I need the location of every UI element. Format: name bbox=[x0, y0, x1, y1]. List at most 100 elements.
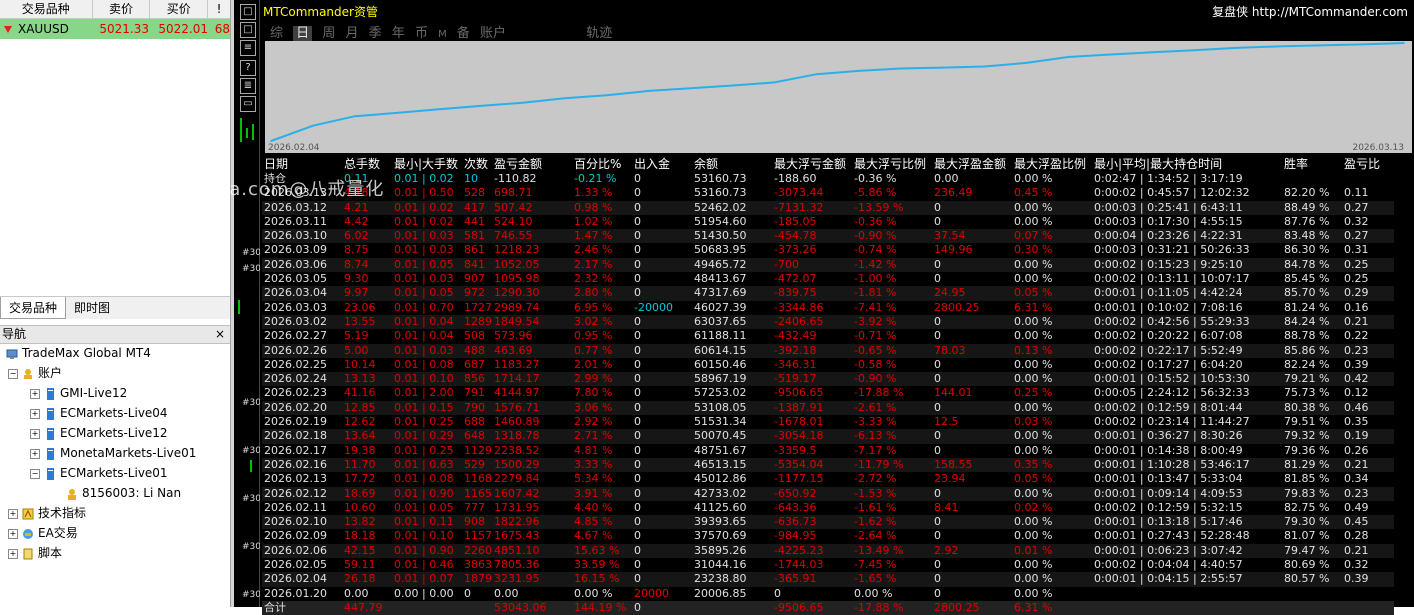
tree-account-2[interactable]: + ECMarkets-Live04 bbox=[30, 404, 168, 422]
help-icon[interactable]: ? bbox=[240, 60, 256, 76]
expand-icon[interactable]: + bbox=[30, 428, 40, 439]
holding-row[interactable]: 持仓 0.11 0.01 | 0.02 10 -110.82 -0.21 % 0 53160.… bbox=[262, 172, 1394, 186]
cell-col-5: 4.81 % bbox=[574, 443, 613, 457]
bid-price: 5021.33 bbox=[99, 22, 149, 36]
expand-icon[interactable]: + bbox=[30, 448, 40, 459]
cell-col-10: 0 bbox=[934, 314, 1014, 330]
cell-col-2: 0.01 | 0.90 bbox=[394, 486, 464, 501]
tree-experts[interactable]: + EA交易 bbox=[8, 524, 78, 542]
col-spread[interactable]: ! bbox=[208, 0, 230, 18]
table-row[interactable]: 2026.02.06 42.15 0.01 | 0.90 2260 4851.10 15.… bbox=[262, 543, 1394, 559]
table-header[interactable]: 日期 总手数 最小|大手数 次数 盈亏金额 百分比% 出入金 余额 最大浮亏金额 最大浮亏比例 最大… bbox=[262, 157, 1394, 172]
tree-account-3[interactable]: + ECMarkets-Live12 bbox=[30, 424, 168, 442]
table-row[interactable]: 2026.02.11 10.60 0.01 | 0.05 777 1731.95 4.40… bbox=[262, 501, 1394, 515]
tab-currency[interactable]: 币 bbox=[415, 26, 428, 41]
terminal-icon bbox=[6, 349, 18, 359]
cell-col-10: 0 bbox=[934, 586, 941, 600]
strip-button-1[interactable]: □ bbox=[240, 4, 256, 20]
tab-year[interactable]: 年 bbox=[392, 26, 405, 41]
table-row[interactable]: 2026.03.06 8.74 0.01 | 0.05 841 1052.05 2.17 … bbox=[262, 257, 1394, 273]
table-row[interactable]: 2026.02.24 13.13 0.01 | 0.10 856 1714.17 2.99… bbox=[262, 372, 1394, 387]
table-row[interactable]: 2026.03.12 4.21 0.01 | 0.02 417 507.42 0.98 %… bbox=[262, 200, 1394, 215]
cell-col-3: 1727 bbox=[464, 300, 492, 314]
total-row[interactable]: 合计 447.79 53043.06 144.19 % 0 -9506.65 -17.88 … bbox=[262, 600, 1394, 615]
table-row[interactable]: 2026.02.04 26.18 0.01 | 0.07 1879 3231.95 16.… bbox=[262, 572, 1394, 587]
table-row[interactable]: 2026.02.25 10.14 0.01 | 0.08 687 1183.27 2.01… bbox=[262, 358, 1394, 372]
table-row[interactable]: 2026.03.10 6.02 0.01 | 0.03 581 746.55 1.47 %… bbox=[262, 229, 1394, 244]
strip-button-3[interactable]: ≡ bbox=[240, 40, 256, 56]
expand-icon[interactable]: + bbox=[8, 508, 18, 519]
table-row[interactable]: 2026.01.20 0.00 0.00 | 0.00 0 0.00 0.00 % 2000… bbox=[262, 587, 1394, 601]
tab-symbols[interactable]: 交易品种 bbox=[0, 297, 67, 319]
tree-accounts[interactable]: − 账户 bbox=[8, 364, 62, 382]
cell-col-14: 0.49 bbox=[1344, 500, 1369, 514]
table-row[interactable]: 2026.02.12 18.69 0.01 | 0.90 1165 1607.42 3.9… bbox=[262, 486, 1394, 501]
expand-icon[interactable]: + bbox=[30, 408, 40, 419]
cell-col-11: 0.00 % bbox=[1014, 572, 1094, 587]
cell-col-6: 0 bbox=[634, 500, 641, 514]
cell-col-11: 0.02 % bbox=[1014, 500, 1053, 514]
table-row[interactable]: 2026.02.23 41.16 0.01 | 2.00 791 4144.97 7.80… bbox=[262, 386, 1394, 400]
table-row[interactable]: 2026.02.19 12.62 0.01 | 0.25 688 1460.89 2.92… bbox=[262, 415, 1394, 429]
tree-account-1[interactable]: + GMI-Live12 bbox=[30, 384, 127, 402]
table-row[interactable]: 2026.02.16 11.70 0.01 | 0.63 529 1500.29 3.33… bbox=[262, 457, 1394, 473]
cell-col-10: 236.49 bbox=[934, 186, 973, 200]
expand-icon[interactable]: + bbox=[8, 528, 18, 539]
cell-col-0: 2026.03.10 bbox=[262, 229, 344, 244]
table-row[interactable]: 2026.02.17 19.38 0.01 | 0.25 1129 2238.52 4.8… bbox=[262, 444, 1394, 458]
cell-col-2: 0.01 | 0.05 bbox=[394, 257, 464, 273]
strip-button-5[interactable]: ≣ bbox=[240, 78, 256, 94]
table-row[interactable]: 2026.03.03 23.06 0.01 | 0.70 1727 2989.74 6.9… bbox=[262, 301, 1394, 315]
expand-icon[interactable]: + bbox=[8, 548, 18, 559]
table-row[interactable]: 2026.03.02 13.55 0.01 | 0.04 1289 1849.54 3.0… bbox=[262, 314, 1394, 330]
tab-account[interactable]: 账户 bbox=[480, 26, 506, 41]
strip-button-2[interactable]: □ bbox=[240, 22, 256, 38]
table-row[interactable]: 2026.03.04 9.97 0.01 | 0.05 972 1290.30 2.80 … bbox=[262, 286, 1394, 301]
tab-quarter[interactable]: 季 bbox=[369, 26, 382, 41]
table-row[interactable]: 2026.02.13 17.72 0.01 | 0.08 1168 2279.84 5.3… bbox=[262, 472, 1394, 486]
col-ask[interactable]: 买价 bbox=[150, 0, 209, 18]
tab-ticks[interactable]: 即时图 bbox=[66, 297, 118, 319]
cell-col-2 bbox=[394, 600, 464, 615]
market-watch-row[interactable]: XAUUSD 5021.33 5022.01 68 bbox=[0, 19, 230, 39]
tree-account-4[interactable]: + MonetaMarkets-Live01 bbox=[30, 444, 196, 462]
tab-month[interactable]: 月 bbox=[345, 26, 358, 41]
table-row[interactable]: 2026.03.13 4.18 0.01 | 0.50 528 698.71 1.33 %… bbox=[262, 186, 1394, 200]
collapse-icon[interactable]: − bbox=[8, 368, 18, 379]
table-row[interactable]: 2026.02.26 5.00 0.01 | 0.03 488 463.69 0.77 %… bbox=[262, 343, 1394, 358]
tree-account-user[interactable]: 8156003: Li Nan bbox=[66, 484, 181, 502]
table-row[interactable]: 2026.02.18 13.64 0.01 | 0.29 648 1318.78 2.71… bbox=[262, 429, 1394, 444]
cell-col-6: 0 bbox=[634, 214, 641, 228]
tab-week[interactable]: 周 bbox=[322, 26, 335, 41]
tab-summary[interactable]: 综 bbox=[270, 26, 283, 41]
tab-magic[interactable]: M bbox=[438, 29, 447, 40]
table-row[interactable]: 2026.02.10 13.82 0.01 | 0.11 908 1822.96 4.85… bbox=[262, 515, 1394, 530]
tree-scripts[interactable]: + 脚本 bbox=[8, 544, 62, 562]
expand-icon[interactable]: + bbox=[30, 388, 40, 399]
table-row[interactable]: 2026.03.05 9.30 0.01 | 0.03 907 1095.98 2.32 … bbox=[262, 272, 1394, 286]
account-label: GMI-Live12 bbox=[60, 386, 128, 400]
tab-day[interactable]: 日 bbox=[293, 26, 313, 41]
tree-indicators[interactable]: + 技术指标 bbox=[8, 504, 86, 522]
tab-track[interactable]: 轨迹 bbox=[586, 26, 612, 41]
tree-account-5[interactable]: − ECMarkets-Live01 bbox=[30, 464, 168, 482]
table-row[interactable]: 2026.03.09 8.75 0.01 | 0.03 861 1218.23 2.46 … bbox=[262, 243, 1394, 257]
cell-col-9: -17.88 % bbox=[854, 600, 934, 615]
tab-note[interactable]: 备 bbox=[457, 26, 470, 41]
collapse-icon[interactable]: − bbox=[30, 468, 40, 479]
table-row[interactable]: 2026.03.11 4.42 0.01 | 0.02 441 524.10 1.02 %… bbox=[262, 215, 1394, 229]
cell-col-9: -1.81 % bbox=[854, 286, 934, 301]
table-row[interactable]: 2026.02.05 59.11 0.01 | 0.46 3863 7805.36 33.… bbox=[262, 558, 1394, 572]
table-row[interactable]: 2026.02.27 5.19 0.01 | 0.04 508 573.96 0.95 %… bbox=[262, 329, 1394, 343]
cell-col-12: 0:02:47 | 1:34:52 | 3:17:19 bbox=[1094, 172, 1243, 185]
brand-link[interactable]: 复盘侠 http://MTCommander.com bbox=[1212, 3, 1408, 20]
cell-col-12 bbox=[1094, 600, 1284, 615]
col-bid[interactable]: 卖价 bbox=[93, 0, 151, 18]
table-row[interactable]: 2026.02.20 12.85 0.01 | 0.15 790 1576.71 3.06… bbox=[262, 400, 1394, 416]
col-symbol[interactable]: 交易品种 bbox=[0, 0, 93, 18]
table-row[interactable]: 2026.02.09 18.18 0.01 | 0.10 1157 1675.43 4.6… bbox=[262, 529, 1394, 543]
cell-col-1: 18.69 bbox=[344, 486, 394, 501]
tree-root[interactable]: TradeMax Global MT4 bbox=[6, 344, 151, 362]
close-icon[interactable]: × bbox=[215, 326, 225, 343]
strip-button-6[interactable]: ▭ bbox=[240, 96, 256, 112]
